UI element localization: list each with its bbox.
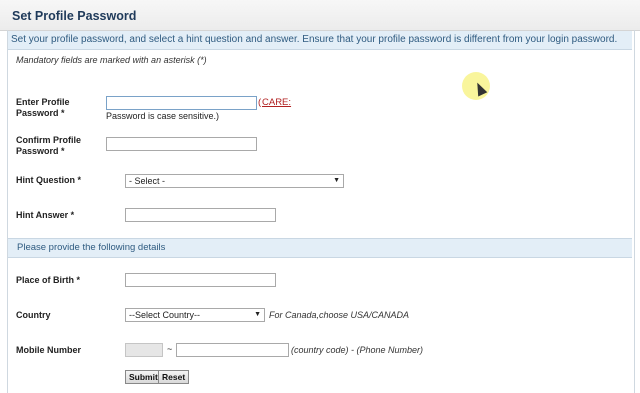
- profile-password-input[interactable]: [106, 96, 257, 110]
- reset-button[interactable]: Reset: [158, 370, 190, 384]
- place-of-birth-label: Place of Birth *: [16, 275, 81, 285]
- hint-answer-label: Hint Answer *: [16, 210, 75, 220]
- details-section-title: Please provide the following details: [17, 242, 166, 253]
- confirm-password-label: Confirm Profile Password *: [16, 135, 81, 157]
- form-frame: [7, 30, 635, 393]
- intro-text: Set your profile password, and select a …: [11, 34, 618, 45]
- mobile-number-label: Mobile Number: [16, 345, 82, 355]
- submit-button[interactable]: Submit: [125, 370, 162, 384]
- care-paren: (: [258, 97, 262, 108]
- confirm-password-label-line1: Confirm Profile: [16, 135, 82, 145]
- country-code-input: [125, 343, 163, 357]
- hint-answer-input[interactable]: [125, 208, 276, 222]
- page-title: Set Profile Password: [12, 9, 137, 23]
- profile-password-label-line1: Enter Profile: [16, 97, 70, 107]
- hint-question-label: Hint Question *: [16, 175, 81, 185]
- country-selected: --Select Country--: [129, 310, 201, 320]
- mobile-separator: ~: [167, 344, 173, 354]
- mandatory-note: Mandatory fields are marked with an aste…: [16, 55, 207, 65]
- care-link[interactable]: CARE:: [262, 97, 291, 108]
- country-label: Country: [16, 310, 51, 320]
- triangle-down-icon: ▼: [254, 311, 261, 318]
- confirm-password-label-line2: Password *: [16, 146, 65, 156]
- case-sensitive-note: Password is case sensitive.): [106, 111, 220, 121]
- triangle-down-icon: ▼: [333, 177, 340, 184]
- country-select[interactable]: --Select Country-- ▼: [125, 308, 265, 322]
- hint-question-selected: - Select -: [129, 176, 166, 186]
- profile-password-label-line2: Password *: [16, 108, 65, 118]
- profile-password-label: Enter Profile Password *: [16, 97, 70, 119]
- mobile-note: (country code) - (Phone Number): [291, 345, 424, 355]
- confirm-password-input[interactable]: [106, 137, 257, 151]
- place-of-birth-input[interactable]: [125, 273, 276, 287]
- country-note: For Canada,choose USA/CANADA: [269, 310, 410, 320]
- hint-question-select[interactable]: - Select - ▼: [125, 174, 344, 188]
- phone-number-input[interactable]: [176, 343, 289, 357]
